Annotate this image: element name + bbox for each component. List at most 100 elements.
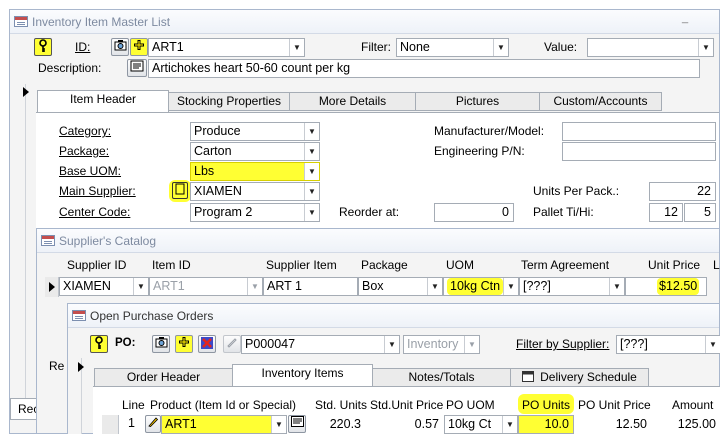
catalog-uom[interactable]: 10kg Ctn ▼ [443, 277, 519, 296]
tab-custom-accounts[interactable]: Custom/Accounts [539, 92, 662, 111]
units-per-pack-field[interactable]: 22 [649, 182, 716, 201]
chevron-down-icon[interactable]: ▼ [609, 278, 624, 295]
camera-button[interactable] [111, 38, 129, 56]
supplier-lookup-button[interactable] [172, 182, 188, 199]
category-label[interactable]: Category: [59, 124, 111, 138]
chevron-down-icon[interactable]: ▼ [464, 336, 479, 353]
po-camera-button[interactable] [152, 335, 170, 353]
pallet-ti-field[interactable]: 12 [649, 203, 683, 222]
tab-order-header[interactable]: Order Header [94, 368, 233, 387]
chevron-down-icon[interactable]: ▼ [502, 416, 517, 433]
tab-notes-totals[interactable]: Notes/Totals [372, 368, 511, 387]
chevron-down-icon[interactable]: ▼ [427, 278, 442, 295]
po-line-selector[interactable] [102, 415, 119, 434]
tab-delivery-schedule[interactable]: Delivery Schedule [510, 368, 649, 387]
po-unit-price-field[interactable]: 12.50 [574, 415, 652, 434]
col-std-unit-price: Std.Unit Price [370, 398, 444, 412]
chevron-down-icon[interactable]: ▼ [289, 39, 304, 56]
pallet-label: Pallet Ti/Hi: [533, 205, 594, 219]
filter-supplier-combo[interactable]: [???] ▼ [616, 335, 720, 354]
po-uom-combo[interactable]: 10kg Ct ▼ [444, 415, 518, 434]
base-uom-label[interactable]: Base UOM: [59, 164, 121, 178]
form-icon [72, 310, 86, 321]
id-combo[interactable]: ART1 ▼ [148, 38, 305, 57]
tab-item-header[interactable]: Item Header [37, 90, 169, 113]
po-status-combo[interactable]: Inventory ▼ [403, 335, 480, 354]
tab-inventory-items[interactable]: Inventory Items [232, 364, 373, 387]
tab-stocking-properties[interactable]: Stocking Properties [168, 92, 290, 111]
help-key-button[interactable] [34, 38, 52, 56]
catalog-package[interactable]: Box ▼ [358, 277, 443, 296]
po-product-memo-button[interactable] [288, 415, 306, 433]
memo-icon [290, 416, 304, 427]
pallet-hi-field[interactable]: 5 [684, 203, 716, 222]
manufacturer-label: Manufacturer/Model: [434, 124, 545, 138]
category-combo[interactable]: Produce ▼ [190, 122, 320, 141]
po-combo[interactable]: P000047 ▼ [241, 335, 400, 354]
id-label: ID: [75, 40, 91, 54]
chevron-down-icon[interactable]: ▼ [493, 39, 508, 56]
po-line-number[interactable]: 1 [119, 415, 143, 434]
center-code-combo[interactable]: Program 2 ▼ [190, 203, 320, 222]
po-amount-field[interactable]: 125.00 [652, 415, 720, 434]
chevron-down-icon[interactable]: ▼ [271, 416, 286, 433]
form-icon [14, 16, 28, 27]
manufacturer-field[interactable] [562, 122, 716, 141]
value-combo[interactable]: ▼ [587, 38, 714, 57]
description-edit-button[interactable] [127, 59, 147, 77]
current-record-arrow [78, 362, 84, 372]
minimize-button[interactable]: _ [682, 12, 688, 24]
po-line-edit-button[interactable] [145, 415, 161, 433]
catalog-item-id[interactable]: ART1 ▼ [149, 277, 263, 296]
package-combo[interactable]: Carton ▼ [190, 142, 320, 161]
main-supplier-combo[interactable]: XIAMEN ▼ [190, 182, 320, 201]
col-po-units: PO Units [522, 398, 571, 412]
tab-pictures[interactable]: Pictures [415, 92, 540, 111]
filter-supplier-label[interactable]: Filter by Supplier: [516, 337, 609, 351]
open-po-window: Open Purchase Orders PO: P000047 ▼ Inven… [67, 303, 720, 434]
po-std-unit-price[interactable]: 0.57 [366, 415, 444, 434]
chevron-down-icon[interactable]: ▼ [304, 163, 319, 180]
engineering-label: Engineering P/N: [434, 144, 525, 158]
po-delete-button[interactable] [198, 335, 216, 353]
package-label[interactable]: Package: [59, 144, 109, 158]
chevron-down-icon[interactable]: ▼ [705, 336, 720, 353]
chevron-down-icon[interactable]: ▼ [304, 183, 319, 200]
add-item-button[interactable] [130, 38, 148, 56]
filter-combo[interactable]: None ▼ [396, 38, 509, 57]
po-add-button[interactable] [175, 335, 193, 353]
po-help-key-button[interactable] [90, 335, 108, 353]
col-supplier-id: Supplier ID [67, 258, 127, 272]
record-selector-bar [10, 84, 26, 412]
description-label: Description: [38, 61, 102, 75]
chevron-down-icon[interactable]: ▼ [304, 204, 319, 221]
tab-more-details[interactable]: More Details [289, 92, 416, 111]
key-icon [95, 336, 103, 349]
col-l: L [713, 258, 720, 272]
catalog-supplier-item[interactable]: ART 1 [263, 277, 358, 296]
chevron-down-icon[interactable]: ▼ [133, 278, 148, 295]
catalog-unit-price[interactable]: $12.50 [625, 277, 707, 296]
chevron-down-icon[interactable]: ▼ [304, 143, 319, 160]
chevron-down-icon[interactable]: ▼ [698, 39, 713, 56]
po-units-field[interactable]: 10.0 [518, 415, 574, 434]
main-supplier-label[interactable]: Main Supplier: [59, 184, 136, 198]
chevron-down-icon[interactable]: ▼ [503, 278, 518, 295]
catalog-supplier-id[interactable]: XIAMEN ▼ [59, 277, 149, 296]
po-product-combo[interactable]: ART1 ▼ [161, 415, 287, 434]
catalog-titlebar: Supplier's Catalog [37, 229, 719, 253]
center-code-label[interactable]: Center Code: [59, 205, 130, 219]
form-icon [41, 235, 55, 246]
po-std-units[interactable]: 220.3 [306, 415, 366, 434]
lookup-icon [175, 183, 185, 195]
reorder-field[interactable]: 0 [434, 203, 514, 222]
chevron-down-icon[interactable]: ▼ [247, 278, 262, 295]
memo-icon [130, 60, 144, 72]
engineering-field[interactable] [562, 142, 716, 161]
base-uom-combo[interactable]: Lbs ▼ [190, 162, 320, 181]
description-field[interactable]: Artichokes heart 50-60 count per kg [148, 59, 700, 78]
chevron-down-icon[interactable]: ▼ [384, 336, 399, 353]
catalog-term-agreement[interactable]: [???] ▼ [519, 277, 625, 296]
po-edit-button[interactable] [223, 335, 241, 353]
chevron-down-icon[interactable]: ▼ [304, 123, 319, 140]
